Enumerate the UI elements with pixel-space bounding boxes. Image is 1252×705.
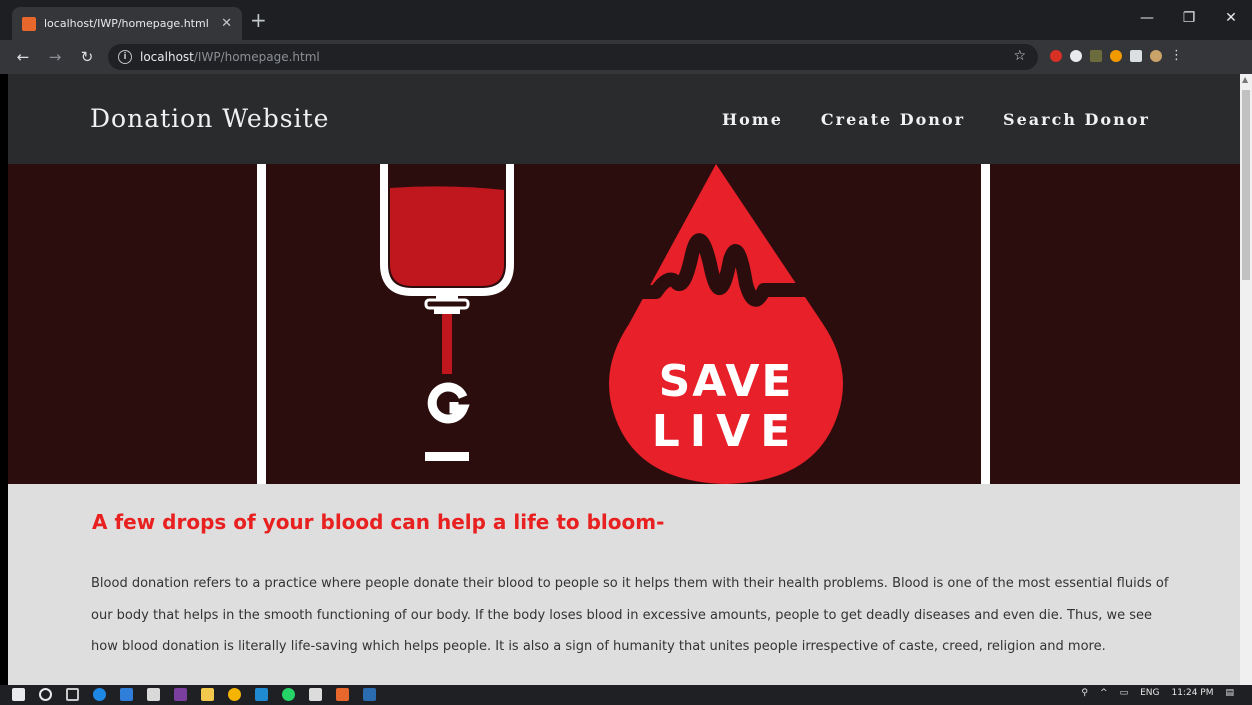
site-brand[interactable]: Donation Website [90,104,329,133]
file-explorer-icon[interactable] [201,688,214,701]
start-windows-icon[interactable] [12,688,25,701]
profile-avatar[interactable] [1150,49,1162,62]
hero-illustration: SAVE LIVE [257,164,990,484]
needle-hook [427,382,470,424]
scrollbar-thumb[interactable] [1242,90,1250,280]
browser-titlebar: localhost/IWP/homepage.html ✕ + — ❐ ✕ [0,0,1252,40]
bookmark-star-icon[interactable]: ☆ [1013,48,1026,64]
reload-icon[interactable]: ↻ [76,46,98,68]
search-circle-icon[interactable] [39,688,52,701]
minimize-button[interactable]: — [1126,0,1168,36]
store-icon[interactable] [147,688,160,701]
content-paragraph: Blood donation refers to a practice wher… [91,576,1169,654]
iv-clamp [424,298,470,310]
windows-taskbar: ⚲ ^ ▭ ENG 11:24 PM ▤ [0,685,1252,705]
nav-search-donor-link[interactable]: Search Donor [1003,110,1150,129]
app-icon[interactable] [309,688,322,701]
extension-square-icon[interactable] [1090,49,1102,62]
back-arrow-icon[interactable]: ← [12,46,34,68]
info-icon[interactable]: i [118,50,132,64]
visual-studio-icon[interactable] [174,688,187,701]
hero-live-text: LIVE [652,406,801,457]
content-section: A few drops of your blood can help a lif… [8,484,1240,685]
sublime-icon[interactable] [336,688,349,701]
menu-kebab-icon[interactable]: ⋮ [1170,48,1183,63]
site-navbar: Donation Website Home Create Donor Searc… [8,74,1240,164]
page-scrollbar[interactable]: ▲ [1240,74,1252,685]
iv-tube [442,314,452,374]
system-tray: ⚲ ^ ▭ ENG 11:24 PM ▤ [1081,688,1234,698]
word-icon[interactable] [363,688,376,701]
extension-white-icon[interactable] [1070,49,1082,62]
tray-chevron-icon[interactable]: ^ [1100,688,1108,698]
clock[interactable]: 11:24 PM [1171,688,1213,698]
nav-menu: Home Create Donor Search Donor [684,110,1150,129]
nav-home-link[interactable]: Home [722,110,783,129]
close-window-button[interactable]: ✕ [1210,0,1252,36]
hero-banner: SAVE LIVE [8,164,1240,484]
vscode-icon[interactable] [255,688,268,701]
needle-base [425,452,469,461]
chrome-icon[interactable] [228,688,241,701]
address-bar[interactable]: i localhost/IWP/homepage.html ☆ [108,44,1038,70]
hero-save-text: SAVE [659,356,794,407]
right-divider-line [981,164,990,484]
people-icon[interactable]: ⚲ [1081,688,1088,698]
edge-icon[interactable] [93,688,106,701]
window-controls: — ❐ ✕ [1126,0,1252,36]
notifications-icon[interactable]: ▤ [1225,688,1234,698]
content-headline: A few drops of your blood can help a lif… [92,510,665,534]
task-view-icon[interactable] [66,688,79,701]
network-icon[interactable]: ▭ [1120,688,1129,698]
tab-title: localhost/IWP/homepage.html [44,17,209,30]
browser-toolbar: ← → ↻ i localhost/IWP/homepage.html ☆ ⋮ [0,40,1252,74]
nav-create-donor-link[interactable]: Create Donor [821,110,965,129]
language-indicator[interactable]: ENG [1140,688,1159,698]
tab-close-icon[interactable]: ✕ [221,16,232,31]
forward-arrow-icon[interactable]: → [44,46,66,68]
taskbar-apps [12,688,376,701]
scroll-up-arrow-icon[interactable]: ▲ [1242,76,1250,84]
whatsapp-icon[interactable] [282,688,295,701]
iv-bag-blood [390,186,504,286]
extension-red-icon[interactable] [1050,49,1062,62]
extension-orange-icon[interactable] [1110,49,1122,62]
left-divider-line [257,164,266,484]
favicon-icon [22,16,36,31]
url-path: /IWP/homepage.html [193,50,320,64]
extensions-puzzle-icon[interactable] [1130,49,1142,62]
browser-tab[interactable]: localhost/IWP/homepage.html ✕ [12,7,242,40]
mail-icon[interactable] [120,688,133,701]
new-tab-button[interactable]: + [250,9,267,31]
url-host: localhost [140,50,194,64]
iv-valve [434,308,460,314]
extensions-bar: ⋮ [1050,48,1183,63]
maximize-button[interactable]: ❐ [1168,0,1210,36]
page-viewport: Donation Website Home Create Donor Searc… [8,74,1240,685]
